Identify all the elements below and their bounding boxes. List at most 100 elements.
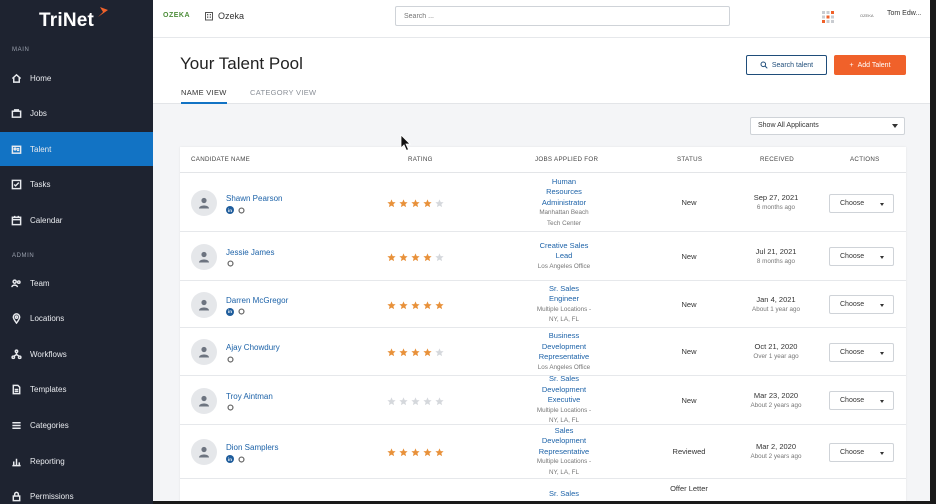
job-title-link[interactable]: Administrator — [505, 198, 623, 209]
job-title-link[interactable]: Sales — [505, 426, 623, 437]
table-row[interactable]: Shawn Pearson in Human Resources Administrat… — [180, 174, 906, 232]
job-title-link[interactable]: Development — [505, 342, 623, 353]
star-filled-icon[interactable] — [387, 252, 396, 262]
job-title-link[interactable]: Business — [505, 331, 623, 342]
star-filled-icon[interactable] — [423, 448, 432, 457]
sidebar-item-categories[interactable]: Categories — [0, 408, 153, 442]
star-rating[interactable] — [387, 396, 444, 406]
star-filled-icon[interactable] — [387, 448, 396, 457]
sidebar-item-locations[interactable]: Locations — [0, 302, 153, 336]
star-filled-icon[interactable] — [411, 300, 420, 310]
star-filled-icon[interactable] — [411, 199, 420, 208]
column-header-status[interactable]: STATUS — [677, 156, 702, 163]
star-filled-icon[interactable] — [387, 300, 396, 310]
choose-action-dropdown[interactable]: Choose — [829, 442, 894, 462]
chat-bubble-icon[interactable] — [226, 355, 234, 363]
linkedin-icon[interactable]: in — [226, 206, 234, 214]
star-empty-icon[interactable] — [435, 199, 444, 208]
star-filled-icon[interactable] — [435, 300, 444, 310]
column-header-received[interactable]: RECEIVED — [760, 156, 794, 163]
star-rating[interactable] — [387, 448, 444, 457]
chat-bubble-icon[interactable] — [226, 404, 234, 412]
star-filled-icon[interactable] — [411, 252, 420, 262]
star-filled-icon[interactable] — [423, 300, 432, 310]
candidate-name-link[interactable]: Dion Samplers — [226, 443, 278, 452]
table-row[interactable]: Ajay Chowdury Business Development Represen… — [180, 328, 906, 376]
star-filled-icon[interactable] — [399, 300, 408, 310]
sidebar-item-workflows[interactable]: Workflows — [0, 337, 153, 371]
job-title-link[interactable]: Resources — [505, 187, 623, 198]
column-header-jobs[interactable]: JOBS APPLIED FOR — [535, 156, 598, 163]
star-filled-icon[interactable] — [399, 448, 408, 457]
sidebar-item-home[interactable]: Home — [0, 61, 153, 95]
choose-action-dropdown[interactable]: Choose — [829, 247, 894, 266]
star-filled-icon[interactable] — [387, 348, 396, 357]
star-rating[interactable] — [387, 199, 444, 208]
job-title-link[interactable]: Sr. Sales — [505, 489, 623, 500]
star-empty-icon[interactable] — [423, 396, 432, 406]
star-rating[interactable] — [387, 300, 444, 310]
table-row[interactable]: Dion Samplers in Sales Development Represent… — [180, 425, 906, 479]
star-filled-icon[interactable] — [423, 252, 432, 262]
star-filled-icon[interactable] — [399, 348, 408, 357]
choose-action-dropdown[interactable]: Choose — [829, 342, 894, 362]
applicant-filter-select[interactable]: Show All Applicants — [750, 117, 905, 135]
sidebar-item-team[interactable]: Team — [0, 266, 153, 300]
job-title-link[interactable]: Representative — [505, 447, 623, 458]
job-title-link[interactable]: Engineer — [505, 294, 623, 305]
star-empty-icon[interactable] — [435, 348, 444, 357]
candidate-name-link[interactable]: Jessie James — [226, 248, 274, 257]
star-filled-icon[interactable] — [435, 448, 444, 457]
candidate-name-link[interactable]: Ajay Chowdury — [226, 343, 280, 352]
job-title-link[interactable]: Sr. Sales — [505, 284, 623, 295]
chat-bubble-icon[interactable] — [237, 308, 245, 316]
star-empty-icon[interactable] — [387, 396, 396, 406]
table-row[interactable]: Jessie James Creative Sales Lead Los Angele… — [180, 232, 906, 281]
linkedin-icon[interactable]: in — [226, 455, 234, 463]
job-title-link[interactable]: Human — [505, 177, 623, 188]
star-rating[interactable] — [387, 252, 444, 262]
job-title-link[interactable]: Executive — [505, 395, 623, 406]
star-empty-icon[interactable] — [399, 396, 408, 406]
star-filled-icon[interactable] — [411, 448, 420, 457]
sidebar-item-calendar[interactable]: Calendar — [0, 203, 153, 237]
tab-name-view[interactable]: NAME VIEW — [181, 88, 227, 104]
choose-action-dropdown[interactable]: Choose — [829, 295, 894, 314]
star-filled-icon[interactable] — [423, 199, 432, 208]
star-empty-icon[interactable] — [435, 396, 444, 406]
job-title-link[interactable]: Creative Sales — [505, 241, 623, 252]
sidebar-item-tasks[interactable]: Tasks — [0, 168, 153, 202]
star-empty-icon[interactable] — [411, 396, 420, 406]
trinet-logo[interactable]: TriNet — [39, 10, 94, 32]
candidate-name-link[interactable]: Shawn Pearson — [226, 194, 282, 203]
table-row[interactable]: Troy Aintman Sr. Sales Development Executiv… — [180, 374, 906, 425]
column-header-candidate[interactable]: CANDIDATE NAME — [191, 156, 250, 163]
candidate-name-link[interactable]: Darren McGregor — [226, 296, 288, 305]
job-title-link[interactable]: Development — [505, 385, 623, 396]
global-search-input[interactable] — [395, 6, 730, 26]
add-talent-button[interactable]: + Add Talent — [834, 55, 906, 75]
job-title-link[interactable]: Sr. Sales — [505, 374, 623, 385]
star-filled-icon[interactable] — [387, 199, 396, 208]
linkedin-icon[interactable]: in — [226, 307, 234, 316]
star-filled-icon[interactable] — [423, 348, 432, 357]
job-title-link[interactable]: Lead — [505, 251, 623, 262]
chat-bubble-icon[interactable] — [237, 455, 245, 463]
star-rating[interactable] — [387, 348, 444, 357]
sidebar-item-talent[interactable]: Talent — [0, 132, 153, 167]
job-title-link[interactable]: Development — [505, 436, 623, 447]
column-header-rating[interactable]: RATING — [408, 156, 433, 163]
user-menu[interactable]: Tom Edw... — [887, 10, 921, 17]
sidebar-item-permissions[interactable]: Permissions — [0, 480, 153, 504]
table-row[interactable]: Darren McGregor in Sr. Sales Engineer Multip… — [180, 281, 906, 328]
star-filled-icon[interactable] — [399, 252, 408, 262]
tab-category-view[interactable]: CATEGORY VIEW — [250, 88, 316, 97]
sidebar-item-templates[interactable]: Templates — [0, 373, 153, 407]
chat-bubble-icon[interactable] — [237, 206, 245, 214]
star-filled-icon[interactable] — [399, 199, 408, 208]
job-title-link[interactable]: Representative — [505, 352, 623, 363]
search-talent-button[interactable]: Search talent — [746, 55, 827, 75]
star-filled-icon[interactable] — [411, 348, 420, 357]
company-name[interactable]: Ozeka — [218, 11, 244, 21]
sidebar-item-reporting[interactable]: Reporting — [0, 444, 153, 478]
